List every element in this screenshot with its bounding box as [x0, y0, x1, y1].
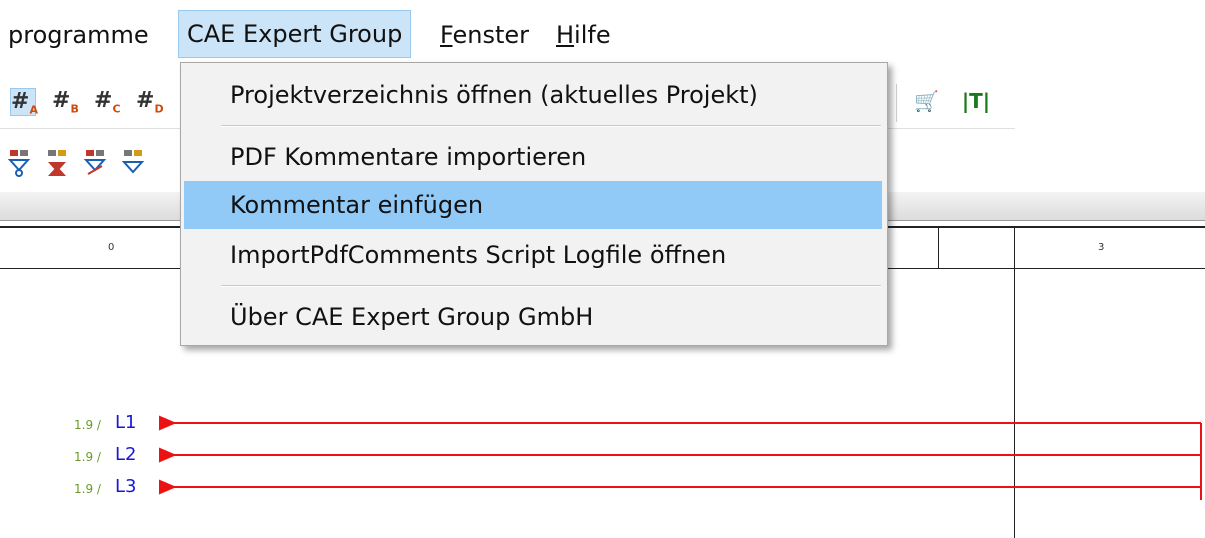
wire-name-l3[interactable]: L3 — [115, 476, 136, 497]
wire-ref-l2: 1.9 / — [74, 450, 101, 464]
wire-arrow-l1 — [159, 415, 177, 431]
cae-expert-group-dropdown: Projektverzeichnis öffnen (aktuelles Pro… — [180, 62, 888, 346]
menu-item-open-project-directory[interactable]: Projektverzeichnis öffnen (aktuelles Pro… — [184, 71, 882, 119]
menu-programme[interactable]: programme — [8, 12, 149, 58]
symbol-tool-3-icon[interactable] — [83, 150, 107, 175]
grid-b-letter: B — [70, 102, 79, 116]
symbol-tool-2-icon[interactable] — [48, 150, 66, 176]
grid-a-icon[interactable]: #A — [10, 88, 38, 117]
menu-item-about[interactable]: Über CAE Expert Group GmbH — [184, 293, 882, 341]
grid-b-glyph: # — [52, 88, 71, 113]
menu-fenster-mnemonic: F — [440, 21, 453, 49]
grid-c-icon[interactable]: #C — [94, 88, 121, 116]
toolbar-row-2-icons — [8, 150, 145, 177]
wire-ref-l1: 1.9 / — [74, 418, 101, 432]
menu-cae-expert-group[interactable]: CAE Expert Group — [178, 10, 412, 58]
menu-hilfe-mnemonic: H — [556, 21, 575, 49]
wire-ref-l3: 1.9 / — [74, 482, 101, 496]
menu-fenster[interactable]: Fenster — [440, 12, 529, 58]
grid-d-letter: D — [154, 102, 164, 116]
menu-hilfe-label: ilfe — [574, 21, 611, 49]
toolbar-row-2 — [0, 140, 180, 186]
menu-fenster-label: enster — [452, 21, 530, 49]
menu-bar: programme CAE Expert Group Fenster Hilfe — [0, 0, 1205, 68]
symbol-tool-4-icon[interactable] — [121, 150, 145, 174]
column-divider — [938, 228, 939, 268]
wire-drawing — [159, 415, 1202, 500]
grid-d-glyph: # — [136, 88, 155, 113]
column-label-3: 3 — [1098, 242, 1105, 253]
menu-item-insert-comment[interactable]: Kommentar einfügen — [184, 181, 882, 229]
wire-name-l2[interactable]: L2 — [115, 444, 136, 465]
menu-separator — [221, 125, 881, 127]
wire-name-l1[interactable]: L1 — [115, 412, 136, 433]
menu-hilfe[interactable]: Hilfe — [556, 12, 611, 58]
text-insert-icon[interactable]: |T| — [956, 88, 996, 114]
grid-c-glyph: # — [94, 88, 113, 113]
grid-a-glyph: # — [11, 89, 30, 114]
wire-arrow-l2 — [159, 447, 177, 463]
symbol-tool-1-icon[interactable] — [8, 150, 31, 177]
menu-separator — [221, 285, 881, 287]
grid-a-letter: A — [29, 103, 38, 117]
wire-arrow-l3 — [159, 479, 177, 495]
menu-item-import-pdf-comments[interactable]: PDF Kommentare importieren — [184, 133, 882, 181]
column-label-0: 0 — [108, 242, 115, 253]
menu-item-open-script-logfile[interactable]: ImportPdfComments Script Logfile öffnen — [184, 231, 882, 279]
grid-d-icon[interactable]: #D — [136, 88, 164, 116]
grid-c-letter: C — [112, 102, 121, 116]
toolbar-separator — [896, 84, 897, 122]
cart-icon[interactable]: 🛒 — [914, 88, 939, 114]
grid-b-icon[interactable]: #B — [52, 88, 79, 116]
